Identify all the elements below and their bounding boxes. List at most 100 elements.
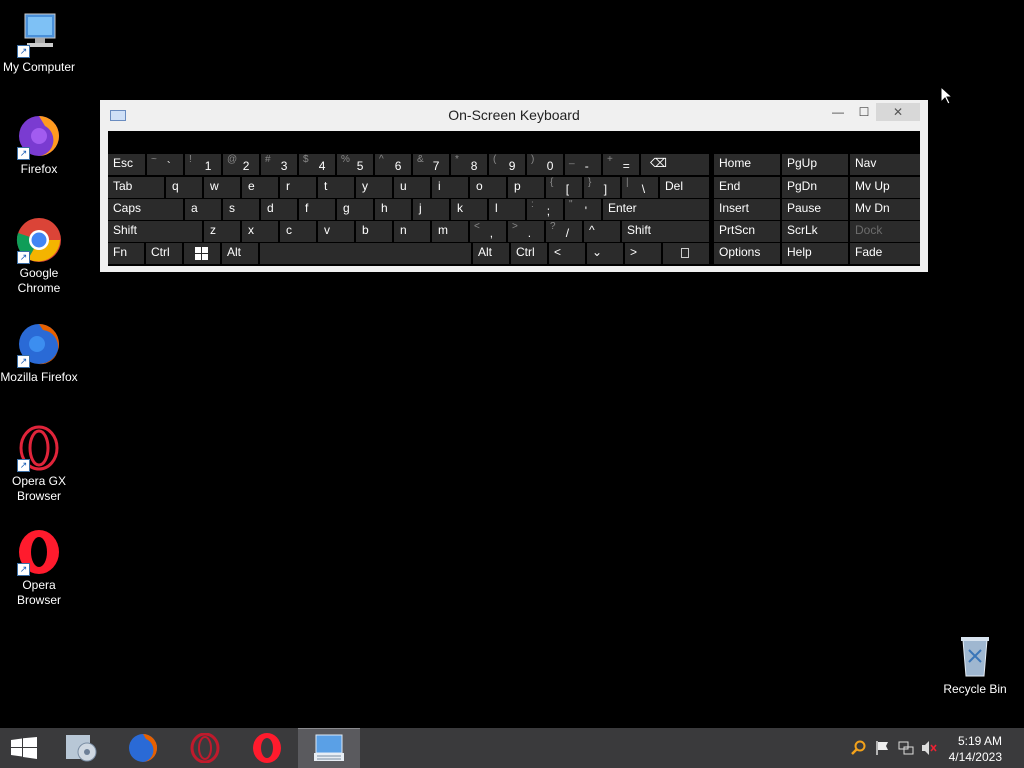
key-up-arrow[interactable]: ^ xyxy=(584,221,620,242)
key-c[interactable]: c xyxy=(280,221,316,242)
key-i[interactable]: i xyxy=(432,177,468,198)
key-pause[interactable]: Pause xyxy=(782,199,848,220)
key-left-arrow[interactable]: < xyxy=(549,243,585,264)
network-icon[interactable] xyxy=(898,740,914,759)
key-x[interactable]: x xyxy=(242,221,278,242)
key-t[interactable]: t xyxy=(318,177,354,198)
key-z[interactable]: z xyxy=(204,221,240,242)
key-9[interactable]: (9 xyxy=(489,154,525,175)
key-left-bracket[interactable]: {[ xyxy=(546,177,582,198)
on-screen-keyboard-window[interactable]: On-Screen Keyboard — ☐ ✕ Esc ~ ` ! 1 @2 #3… xyxy=(100,100,928,272)
key-minus[interactable]: _ - xyxy=(565,154,601,175)
key-f[interactable]: f xyxy=(299,199,335,220)
key-left-alt[interactable]: Alt xyxy=(222,243,258,264)
key-d[interactable]: d xyxy=(261,199,297,220)
key-help[interactable]: Help xyxy=(782,243,848,264)
system-clock[interactable]: 5:19 AM 4/14/2023 xyxy=(949,733,1002,765)
key-0[interactable]: ) 0 xyxy=(527,154,563,175)
key-w[interactable]: w xyxy=(204,177,240,198)
key-home[interactable]: Home xyxy=(714,154,780,175)
key-fade[interactable]: Fade xyxy=(850,243,920,264)
key-slash[interactable]: ? / xyxy=(546,221,582,242)
search-icon[interactable] xyxy=(850,740,866,759)
key-1[interactable]: ! 1 xyxy=(185,154,221,175)
key-del[interactable]: Del xyxy=(660,177,709,198)
key-o[interactable]: o xyxy=(470,177,506,198)
close-button[interactable]: ✕ xyxy=(876,103,920,121)
key-k[interactable]: k xyxy=(451,199,487,220)
taskbar-opera-gx[interactable] xyxy=(174,728,236,768)
key-y[interactable]: y xyxy=(356,177,392,198)
key-caps[interactable]: Caps xyxy=(108,199,183,220)
key-2[interactable]: @2 xyxy=(223,154,259,175)
action-center-flag-icon[interactable] xyxy=(875,740,891,759)
title-bar[interactable]: On-Screen Keyboard — ☐ ✕ xyxy=(100,100,928,130)
desktop-icon-opera[interactable]: ↗ Opera Browser xyxy=(0,528,78,608)
key-right-bracket[interactable]: }] xyxy=(584,177,620,198)
key-7[interactable]: & 7 xyxy=(413,154,449,175)
key-tab[interactable]: Tab xyxy=(108,177,164,198)
key-quote[interactable]: " ' xyxy=(565,199,601,220)
key-down-arrow[interactable]: ⌄ xyxy=(587,243,623,264)
key-s[interactable]: s xyxy=(223,199,259,220)
key-right-alt[interactable]: Alt xyxy=(473,243,509,264)
desktop-icon-opera-gx[interactable]: ↗ Opera GX Browser xyxy=(0,424,78,504)
key-q[interactable]: q xyxy=(166,177,202,198)
key-space[interactable] xyxy=(260,243,471,264)
key-backslash[interactable]: | \ xyxy=(622,177,658,198)
taskbar-opera[interactable] xyxy=(236,728,298,768)
key-pgdn[interactable]: PgDn xyxy=(782,177,848,198)
taskbar-firefox[interactable] xyxy=(112,728,174,768)
key-r[interactable]: r xyxy=(280,177,316,198)
key-left-shift[interactable]: Shift xyxy=(108,221,202,242)
key-backspace[interactable]: ⌫ xyxy=(641,154,709,175)
key-options[interactable]: Options xyxy=(714,243,780,264)
key-comma[interactable]: <, xyxy=(470,221,506,242)
key-5[interactable]: % 5 xyxy=(337,154,373,175)
key-insert[interactable]: Insert xyxy=(714,199,780,220)
key-m[interactable]: m xyxy=(432,221,468,242)
key-p[interactable]: p xyxy=(508,177,544,198)
key-b[interactable]: b xyxy=(356,221,392,242)
desktop-icon-my-computer[interactable]: ↗ My Computer xyxy=(0,10,78,75)
key-l[interactable]: l xyxy=(489,199,525,220)
key-right-ctrl[interactable]: Ctrl xyxy=(511,243,547,264)
key-windows[interactable] xyxy=(184,243,220,264)
key-mv-dn[interactable]: Mv Dn xyxy=(850,199,920,220)
taskbar-windows-media-player[interactable] xyxy=(50,728,112,768)
key-fn[interactable]: Fn xyxy=(108,243,144,264)
key-4[interactable]: $4 xyxy=(299,154,335,175)
key-backtick[interactable]: ~ ` xyxy=(147,154,183,175)
key-j[interactable]: j xyxy=(413,199,449,220)
key-mv-up[interactable]: Mv Up xyxy=(850,177,920,198)
key-v[interactable]: v xyxy=(318,221,354,242)
key-g[interactable]: g xyxy=(337,199,373,220)
key-menu[interactable] xyxy=(663,243,709,264)
key-right-shift[interactable]: Shift xyxy=(622,221,709,242)
key-3[interactable]: #3 xyxy=(261,154,297,175)
key-prtscn[interactable]: PrtScn xyxy=(714,221,780,242)
key-pgup[interactable]: PgUp xyxy=(782,154,848,175)
key-period[interactable]: >. xyxy=(508,221,544,242)
key-u[interactable]: u xyxy=(394,177,430,198)
key-n[interactable]: n xyxy=(394,221,430,242)
key-h[interactable]: h xyxy=(375,199,411,220)
key-right-arrow[interactable]: > xyxy=(625,243,661,264)
key-6[interactable]: ^ 6 xyxy=(375,154,411,175)
key-scrlk[interactable]: ScrLk xyxy=(782,221,848,242)
key-equals[interactable]: + = xyxy=(603,154,639,175)
key-dock[interactable]: Dock xyxy=(850,221,920,242)
key-a[interactable]: a xyxy=(185,199,221,220)
key-8[interactable]: * 8 xyxy=(451,154,487,175)
key-nav[interactable]: Nav xyxy=(850,154,920,175)
key-esc[interactable]: Esc xyxy=(108,154,145,175)
key-semicolon[interactable]: :; xyxy=(527,199,563,220)
minimize-button[interactable]: — xyxy=(824,103,852,121)
key-end[interactable]: End xyxy=(714,177,780,198)
key-enter[interactable]: Enter xyxy=(603,199,709,220)
key-left-ctrl[interactable]: Ctrl xyxy=(146,243,182,264)
maximize-button[interactable]: ☐ xyxy=(850,103,878,121)
taskbar-on-screen-keyboard[interactable] xyxy=(298,728,360,768)
volume-muted-icon[interactable] xyxy=(921,740,937,759)
desktop-icon-google-chrome[interactable]: ↗ Google Chrome xyxy=(0,216,78,296)
